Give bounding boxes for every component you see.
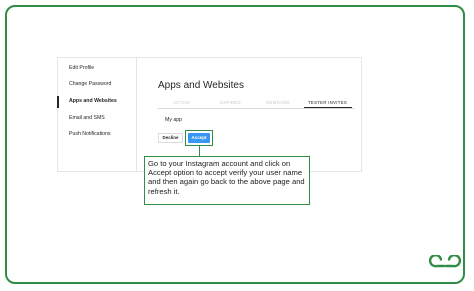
tabs-bar: ACTIVE EXPIRED REMOVED TESTER INVITES	[158, 97, 354, 109]
instruction-callout: Go to your Instagram account and click o…	[144, 156, 310, 205]
sidebar-item-push-notifications[interactable]: Push Notifications	[69, 131, 111, 137]
sidebar-item-edit-profile[interactable]: Edit Profile	[69, 65, 94, 71]
tab-active[interactable]: ACTIVE	[173, 100, 190, 105]
sidebar-item-change-password[interactable]: Change Password	[69, 81, 111, 87]
sidebar-active-indicator	[57, 96, 59, 108]
decline-button[interactable]: Decline	[158, 133, 183, 143]
tab-tester-invites[interactable]: TESTER INVITES	[308, 100, 347, 105]
accept-button[interactable]: Accept	[188, 133, 210, 143]
settings-sidebar: Edit Profile Change Password Apps and We…	[57, 57, 137, 172]
callout-connector-line	[199, 145, 200, 156]
tab-expired[interactable]: EXPIRED	[220, 100, 241, 105]
tab-underline	[304, 107, 352, 108]
sidebar-item-email-and-sms[interactable]: Email and SMS	[69, 115, 105, 121]
app-name: My app	[165, 117, 183, 123]
sidebar-item-apps-and-websites[interactable]: Apps and Websites	[69, 98, 117, 104]
geeksforgeeks-logo-icon	[428, 255, 462, 268]
tab-removed[interactable]: REMOVED	[266, 100, 290, 105]
page-title: Apps and Websites	[158, 80, 244, 91]
